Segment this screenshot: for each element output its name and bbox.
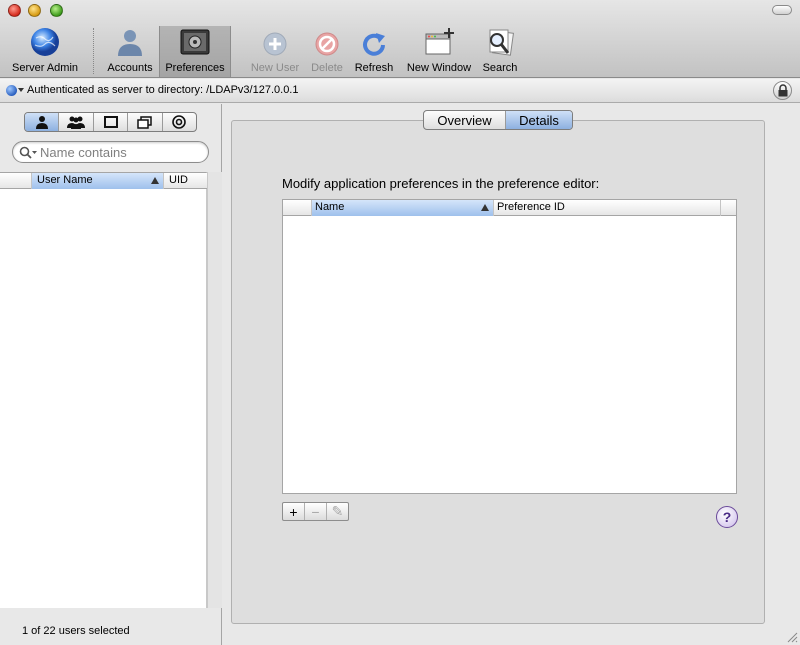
directory-bar: Authenticated as server to directory: /L…: [0, 79, 800, 103]
lock-icon: [778, 84, 788, 97]
person-icon: [118, 30, 142, 56]
accounts-button[interactable]: Accounts: [100, 26, 160, 76]
no-entry-icon: [315, 32, 339, 56]
pref-icon-column-header[interactable]: [283, 200, 312, 216]
tab-overview[interactable]: Overview: [424, 111, 506, 129]
refresh-label: Refresh: [354, 62, 394, 74]
directory-popup-caret-icon[interactable]: [18, 88, 24, 92]
preference-editing-buttons: + − ✎: [282, 502, 349, 521]
toolbar-separator: [93, 28, 94, 74]
remove-preference-button[interactable]: −: [305, 503, 327, 520]
new-window-label: New Window: [406, 62, 472, 74]
target-icon: [172, 115, 187, 129]
delete-label: Delete: [311, 62, 343, 74]
new-user-label: New User: [250, 62, 300, 74]
preference-editor-caption: Modify application preferences in the pr…: [282, 176, 600, 191]
help-button[interactable]: ?: [716, 506, 738, 528]
toolbar: Server Admin Accounts Preferences New Us…: [0, 0, 800, 78]
new-window-icon: [425, 28, 454, 55]
preferences-panel-icon: [180, 29, 210, 55]
preferences-label: Preferences: [165, 62, 225, 74]
delete-button[interactable]: Delete: [306, 26, 348, 76]
user-name-column-header[interactable]: User Name: [32, 173, 164, 189]
preferences-button[interactable]: Preferences: [160, 26, 230, 76]
preferences-table-header: Name Preference ID: [283, 200, 736, 216]
users-tab[interactable]: [25, 113, 60, 131]
accounts-sidebar: User Name UID 1 of 22 users selected: [0, 104, 222, 645]
users-list-header: User Name UID: [0, 173, 207, 189]
new-user-button[interactable]: New User: [246, 26, 304, 76]
zoom-window-button[interactable]: [50, 4, 63, 17]
computer-groups-icon: [137, 115, 153, 129]
groups-icon: [67, 116, 86, 129]
uid-column-header[interactable]: UID: [164, 173, 207, 189]
refresh-button[interactable]: Refresh: [350, 26, 398, 76]
lock-button[interactable]: [773, 81, 792, 100]
uid-column-label: UID: [169, 174, 188, 186]
directory-status-text: Authenticated as server to directory: /L…: [27, 84, 299, 96]
pref-sort-ascending-icon: [481, 204, 489, 211]
preferences-detail-pane: Overview Details Modify application pref…: [223, 104, 800, 645]
computers-tab[interactable]: [94, 113, 129, 131]
server-admin-button[interactable]: Server Admin: [4, 26, 86, 76]
edit-preference-button[interactable]: ✎: [327, 503, 348, 520]
sort-ascending-icon: [151, 177, 159, 184]
close-window-button[interactable]: [8, 4, 21, 17]
toolbar-toggle-button[interactable]: [772, 5, 792, 15]
pref-id-column-label: Preference ID: [497, 201, 565, 213]
overview-details-tabs: Overview Details: [423, 110, 573, 130]
computer-groups-tab[interactable]: [128, 113, 163, 131]
computers-icon: [103, 116, 118, 128]
preferences-table[interactable]: Name Preference ID: [282, 199, 737, 494]
groups-tab[interactable]: [59, 113, 94, 131]
accounts-label: Accounts: [107, 62, 153, 74]
details-group-box: Modify application preferences in the pr…: [231, 120, 765, 624]
icon-column-header[interactable]: [0, 173, 32, 189]
name-search-field[interactable]: [12, 141, 209, 163]
selection-status: 1 of 22 users selected: [22, 625, 130, 637]
users-icon: [35, 116, 48, 129]
record-type-selector: [24, 112, 197, 132]
server-admin-label: Server Admin: [11, 62, 79, 74]
target-tab[interactable]: [163, 113, 196, 131]
pref-id-column-header[interactable]: Preference ID: [494, 200, 721, 216]
search-icon[interactable]: [19, 146, 37, 159]
globe-icon: [31, 28, 59, 56]
plus-circle-icon: [263, 32, 287, 56]
add-preference-button[interactable]: +: [283, 503, 305, 520]
users-list[interactable]: User Name UID: [0, 172, 207, 608]
search-label: Search: [482, 62, 518, 74]
pref-name-column-label: Name: [315, 201, 345, 213]
user-name-column-label: User Name: [37, 174, 93, 186]
users-list-scrollbar[interactable]: [207, 172, 222, 608]
magnifier-icon: [489, 29, 515, 56]
new-window-button[interactable]: New Window: [402, 26, 476, 76]
search-input[interactable]: [40, 144, 200, 160]
pref-name-column-header[interactable]: Name: [312, 200, 494, 216]
tab-details[interactable]: Details: [506, 111, 572, 129]
directory-globe-icon[interactable]: [6, 85, 17, 96]
minimize-window-button[interactable]: [28, 4, 41, 17]
search-button[interactable]: Search: [478, 26, 522, 76]
refresh-icon: [363, 33, 385, 56]
resize-grip-icon[interactable]: [787, 632, 798, 643]
